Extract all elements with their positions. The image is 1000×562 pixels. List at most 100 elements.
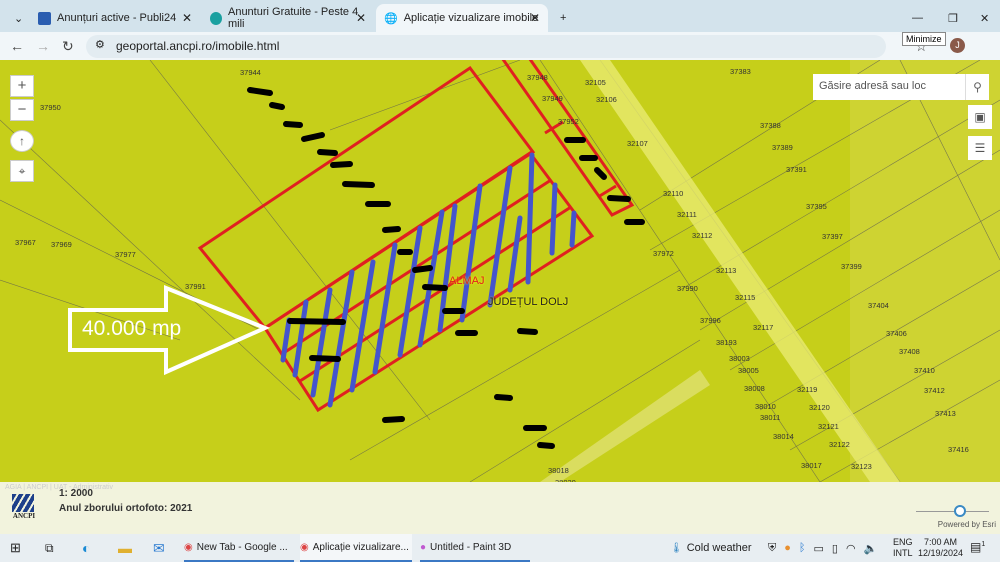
locate-button[interactable]: ⌖ bbox=[10, 160, 34, 182]
lang-layout: INTL bbox=[893, 548, 913, 558]
county-label: JUDEȚUL DOLJ bbox=[488, 296, 569, 308]
profile-avatar[interactable]: J bbox=[950, 38, 965, 53]
parcel-number: 37406 bbox=[886, 329, 907, 338]
zoom-out-button[interactable]: − bbox=[10, 99, 34, 121]
tab-publi24[interactable]: Anunțuri active - Publi24 ✕ bbox=[30, 4, 200, 32]
search-input[interactable]: Găsire adresă sau loc bbox=[813, 74, 965, 100]
app-label: Aplicație vizualizare... bbox=[312, 541, 409, 553]
parcel-number: 37408 bbox=[899, 347, 920, 356]
parcel-number: 32120 bbox=[809, 403, 830, 412]
reload-icon[interactable]: ↻ bbox=[62, 38, 74, 55]
taskbar-chrome-app[interactable]: ◉ Aplicație vizualizare... bbox=[300, 534, 412, 562]
bluetooth-icon: ᛒ bbox=[798, 542, 806, 554]
notification-count: 1 bbox=[981, 541, 986, 548]
date: 12/19/2024 bbox=[918, 548, 964, 558]
tab-anunturi[interactable]: Anunturi Gratuite - Peste 4 mili ✕ bbox=[202, 4, 374, 32]
clock[interactable]: 7:00 AM 12/19/2024 bbox=[918, 537, 963, 559]
area-annotation: 40.000 mp bbox=[82, 317, 182, 340]
weather-widget[interactable]: 🌡 Cold weather bbox=[670, 534, 752, 562]
parcel-number: 37972 bbox=[653, 249, 674, 258]
basemap-gallery-icon[interactable]: ▣ bbox=[968, 105, 992, 129]
search-icon[interactable]: ⚲ bbox=[965, 74, 989, 100]
globe-icon: 🌐 bbox=[384, 12, 398, 25]
esri-attribution[interactable]: Powered by Esri bbox=[938, 520, 996, 529]
edge-icon[interactable]: ◐ bbox=[82, 534, 90, 562]
thermometer-icon: 🌡 bbox=[670, 542, 683, 554]
map-overlay bbox=[0, 60, 1000, 482]
chrome-icon: ◉ bbox=[300, 541, 309, 553]
forward-icon[interactable]: → bbox=[36, 38, 50, 54]
parcel-number: 37399 bbox=[841, 262, 862, 271]
taskbar: ⊞ ⧉ ◐ ▬ ✉ ◉ New Tab - Google ... ◉ Aplicaț… bbox=[0, 534, 1000, 562]
close-window-button[interactable]: ✕ bbox=[972, 4, 997, 32]
parcel-number: 32122 bbox=[829, 440, 850, 449]
maximize-button[interactable]: ❐ bbox=[940, 4, 966, 32]
parcel-number: 37412 bbox=[924, 386, 945, 395]
task-view-icon[interactable]: ⧉ bbox=[45, 534, 54, 562]
chevron-down-icon: ⌄ bbox=[14, 12, 24, 25]
map-footer: AGIA | ANCPI | UAT - Administrativ ANCPI… bbox=[0, 482, 1000, 534]
system-tray[interactable]: ⛨ ● ᛒ ▭ ▯ ◠ 🔈 bbox=[768, 534, 877, 562]
paint3d-icon: ● bbox=[420, 541, 427, 553]
parcel-number: 32121 bbox=[818, 422, 839, 431]
parcel-number: 37967 bbox=[15, 238, 36, 247]
parcel-number: 38017 bbox=[801, 461, 822, 470]
parcel-number: 32119 bbox=[797, 385, 818, 394]
locality-label: ALMAJ bbox=[449, 275, 485, 287]
parcel-number: 37391 bbox=[786, 165, 807, 174]
wifi-icon: ◠ bbox=[845, 542, 856, 555]
minimize-tooltip: Minimize bbox=[902, 32, 946, 46]
parcel-number: 38014 bbox=[773, 432, 794, 441]
transparency-slider[interactable] bbox=[916, 511, 989, 512]
file-explorer-icon[interactable]: ▬ bbox=[118, 534, 132, 562]
zoom-in-button[interactable]: + bbox=[10, 75, 34, 97]
new-tab-button[interactable]: + bbox=[552, 4, 574, 32]
language-indicator[interactable]: ENG INTL bbox=[893, 537, 913, 559]
parcel-number: 38193 bbox=[716, 338, 737, 347]
parcel-number: 38008 bbox=[744, 384, 765, 393]
browser-toolbar: ← → ↻ ⚙ geoportal.ancpi.ro/imobile.html ☆… bbox=[0, 32, 1000, 60]
app-label: New Tab - Google ... bbox=[196, 541, 288, 553]
site-info-icon[interactable]: ⚙ bbox=[95, 38, 105, 51]
parcel-number: 32117 bbox=[753, 323, 774, 332]
taskbar-paint3d[interactable]: ● Untitled - Paint 3D bbox=[420, 534, 530, 562]
notifications-icon[interactable]: ▤1 bbox=[970, 540, 985, 554]
volume-icon: 🔈 bbox=[863, 542, 878, 555]
parcel-number: 37397 bbox=[822, 232, 843, 241]
scale-label: 1: 2000 bbox=[59, 488, 93, 499]
parcel-number: 32107 bbox=[627, 139, 648, 148]
taskbar-chrome-newtab[interactable]: ◉ New Tab - Google ... bbox=[184, 534, 294, 562]
parcel-number: 37991 bbox=[185, 282, 206, 291]
parcel-number: 32113 bbox=[716, 266, 737, 275]
parcel-number: 37948 bbox=[527, 73, 548, 82]
minimize-button[interactable]: — bbox=[904, 4, 931, 32]
mail-icon[interactable]: ✉ bbox=[153, 534, 165, 562]
ancpi-logo: ANCPI bbox=[6, 494, 42, 532]
parcel-number: 38011 bbox=[760, 413, 781, 422]
windows-start-icon[interactable]: ⊞ bbox=[10, 534, 21, 562]
tab-geoportal[interactable]: 🌐 Aplicație vizualizare imobile ✕ bbox=[376, 4, 548, 32]
slider-handle[interactable] bbox=[954, 505, 966, 517]
parcel-number: 32106 bbox=[596, 95, 617, 104]
tab-label: Anunturi Gratuite - Peste 4 mili bbox=[227, 6, 359, 30]
close-tab-icon[interactable]: ✕ bbox=[530, 11, 540, 25]
parcel-number: 37949 bbox=[542, 94, 563, 103]
parcel-number: 32123 bbox=[851, 462, 872, 471]
address-bar[interactable]: ⚙ geoportal.ancpi.ro/imobile.html bbox=[86, 35, 886, 58]
compass-button[interactable]: ↑ bbox=[10, 130, 34, 152]
parcel-number: 37950 bbox=[40, 103, 61, 112]
parcel-number: 38003 bbox=[729, 354, 750, 363]
legend-list-icon[interactable]: ☰ bbox=[968, 136, 992, 160]
weather-label: Cold weather bbox=[686, 542, 752, 554]
close-tab-icon[interactable]: ✕ bbox=[182, 11, 192, 25]
parcel-number: 38005 bbox=[738, 366, 759, 375]
close-tab-icon[interactable]: ✕ bbox=[356, 11, 366, 25]
tab-search-button[interactable]: ⌄ bbox=[6, 4, 28, 32]
site-icon bbox=[210, 11, 222, 25]
parcel-number: 37969 bbox=[51, 240, 72, 249]
back-icon[interactable]: ← bbox=[10, 38, 24, 54]
parcel-number: 37416 bbox=[948, 445, 969, 454]
tab-label: Aplicație vizualizare imobile bbox=[403, 12, 539, 24]
security-icon: ⛨ bbox=[768, 541, 777, 554]
map-view[interactable]: 37944 37950 37948 32105 37383 37949 32106 37952… bbox=[0, 60, 1000, 482]
